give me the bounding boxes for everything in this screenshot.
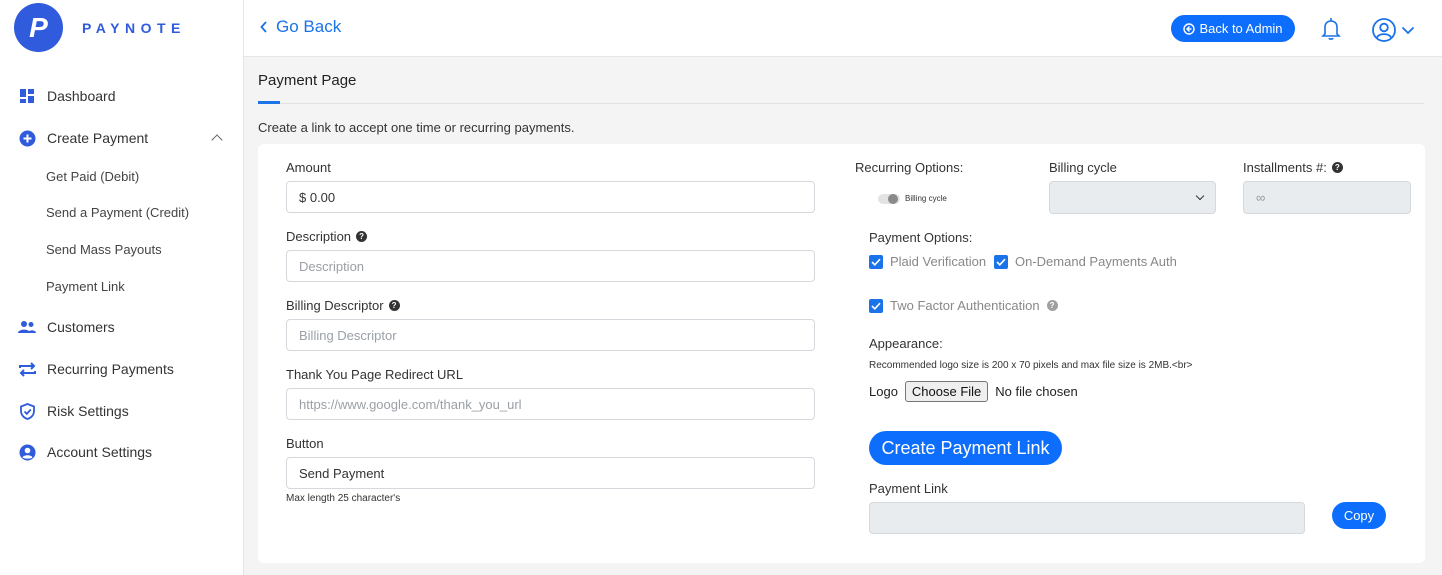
two-factor-checkbox[interactable]: Two Factor Authentication ?	[869, 298, 1058, 313]
chevron-left-icon	[260, 21, 267, 33]
brand-name: PAYNOTE	[82, 20, 186, 36]
button-text-label: Button	[286, 436, 324, 451]
payment-link-label-text: Payment Link	[869, 481, 948, 496]
dashboard-grid-icon	[18, 87, 36, 105]
brand-logo[interactable]: P	[14, 3, 63, 52]
sidebar-item-create-payment[interactable]: Create Payment	[0, 120, 244, 156]
arrow-circle-left-icon	[1183, 22, 1196, 35]
page-title: Payment Page	[258, 72, 357, 89]
chevron-down-icon	[1401, 26, 1415, 34]
brand[interactable]: P PAYNOTE	[0, 0, 244, 58]
help-icon[interactable]: ?	[1046, 300, 1058, 311]
plaid-verification-label: Plaid Verification	[890, 254, 987, 269]
sidebar-item-label: Customers	[47, 319, 115, 335]
billing-cycle-toggle-label: Billing cycle	[905, 194, 947, 203]
billing-cycle-toggle[interactable]	[878, 194, 900, 204]
title-divider	[258, 103, 1424, 104]
two-factor-label: Two Factor Authentication	[890, 298, 1040, 313]
payment-options-label-text: Payment Options:	[869, 230, 973, 245]
create-payment-link-button[interactable]: Create Payment Link	[869, 431, 1062, 465]
chevron-down-icon	[1195, 191, 1205, 201]
billing-descriptor-label-text: Billing Descriptor	[286, 298, 384, 313]
plus-circle-icon	[18, 129, 36, 147]
help-icon[interactable]: ?	[1331, 162, 1343, 173]
file-status: No file chosen	[995, 384, 1078, 399]
checkmark-icon	[869, 298, 883, 313]
appearance-label: Appearance:	[869, 336, 943, 351]
user-avatar-icon	[1372, 18, 1396, 42]
appearance-label-text: Appearance:	[869, 336, 943, 351]
installments-label: Installments #: ?	[1243, 160, 1343, 175]
shield-check-icon	[18, 402, 36, 420]
sidebar-subitem-get-paid[interactable]: Get Paid (Debit)	[46, 169, 139, 184]
button-text-label-text: Button	[286, 436, 324, 451]
billing-descriptor-input[interactable]: Billing Descriptor	[286, 319, 815, 351]
users-icon	[18, 318, 36, 336]
sidebar-subitem-send-payment[interactable]: Send a Payment (Credit)	[46, 205, 189, 220]
installments-label-text: Installments #:	[1243, 160, 1327, 175]
plaid-verification-checkbox[interactable]: Plaid Verification	[869, 254, 986, 269]
button-text-input[interactable]: Send Payment	[286, 457, 815, 489]
page-description: Create a link to accept one time or recu…	[258, 120, 575, 135]
user-menu[interactable]	[1371, 17, 1421, 43]
logo-label: Logo	[869, 384, 898, 399]
amount-label-text: Amount	[286, 160, 331, 175]
redirect-url-input[interactable]: https://www.google.com/thank_you_url	[286, 388, 815, 420]
go-back-link[interactable]: Go Back	[260, 17, 341, 37]
back-to-admin-button[interactable]: Back to Admin	[1171, 15, 1295, 42]
logo-size-note: Recommended logo size is 200 x 70 pixels…	[869, 360, 1193, 371]
help-icon[interactable]: ?	[356, 231, 368, 242]
sidebar-subitem-mass-payouts[interactable]: Send Mass Payouts	[46, 242, 162, 257]
recurring-options-label: Recurring Options:	[855, 160, 963, 175]
sidebar-item-label: Account Settings	[47, 444, 153, 460]
sidebar-item-account-settings[interactable]: Account Settings	[0, 434, 244, 470]
description-label-text: Description	[286, 229, 352, 244]
billing-cycle-label-text: Billing cycle	[1049, 160, 1117, 175]
help-icon[interactable]: ?	[388, 300, 400, 311]
repeat-arrows-icon	[18, 360, 36, 378]
logo-file-row: Logo Choose File No file chosen	[869, 381, 1078, 402]
billing-descriptor-label: Billing Descriptor ?	[286, 298, 400, 313]
installments-input[interactable]: ∞	[1243, 181, 1411, 214]
amount-input[interactable]: $ 0.00	[286, 181, 815, 213]
checkmark-icon	[994, 254, 1008, 269]
payment-options-label: Payment Options:	[869, 230, 972, 245]
sidebar-item-customers[interactable]: Customers	[0, 309, 244, 345]
sidebar-item-risk-settings[interactable]: Risk Settings	[0, 393, 244, 429]
redirect-url-label-text: Thank You Page Redirect URL	[286, 367, 464, 382]
amount-label: Amount	[286, 160, 331, 175]
payment-link-input[interactable]	[869, 502, 1305, 534]
redirect-url-label: Thank You Page Redirect URL	[286, 367, 463, 382]
sidebar-item-label: Dashboard	[47, 88, 116, 104]
description-label: Description ?	[286, 229, 368, 244]
brand-logo-letter: P	[29, 11, 48, 43]
description-input[interactable]: Description	[286, 250, 815, 282]
billing-cycle-label: Billing cycle	[1049, 160, 1117, 175]
sidebar-item-label: Risk Settings	[47, 403, 129, 419]
sidebar-item-label: Recurring Payments	[47, 361, 174, 377]
notifications-bell-icon[interactable]	[1318, 16, 1344, 42]
user-circle-icon	[18, 443, 36, 461]
top-bar: Go Back Back to Admin	[244, 0, 1442, 57]
checkmark-icon	[869, 254, 883, 269]
button-length-note: Max length 25 character's	[286, 493, 401, 504]
go-back-label: Go Back	[276, 17, 342, 36]
sidebar: P PAYNOTE Dashboard Create Payment Get P…	[0, 0, 244, 575]
sidebar-item-label: Create Payment	[47, 130, 149, 146]
on-demand-auth-checkbox[interactable]: On-Demand Payments Auth	[994, 254, 1177, 269]
billing-cycle-select[interactable]	[1049, 181, 1216, 214]
sidebar-item-dashboard[interactable]: Dashboard	[0, 78, 244, 114]
on-demand-auth-label: On-Demand Payments Auth	[1015, 254, 1177, 269]
sidebar-subitem-payment-link[interactable]: Payment Link	[46, 279, 125, 294]
payment-link-label: Payment Link	[869, 481, 948, 496]
sidebar-item-recurring-payments[interactable]: Recurring Payments	[0, 351, 244, 387]
choose-file-button[interactable]: Choose File	[904, 381, 989, 402]
recurring-options-label-text: Recurring Options:	[855, 160, 964, 175]
chevron-up-icon[interactable]	[211, 134, 223, 146]
copy-button[interactable]: Copy	[1332, 502, 1386, 529]
title-underline	[258, 101, 280, 104]
back-to-admin-label: Back to Admin	[1199, 21, 1283, 36]
